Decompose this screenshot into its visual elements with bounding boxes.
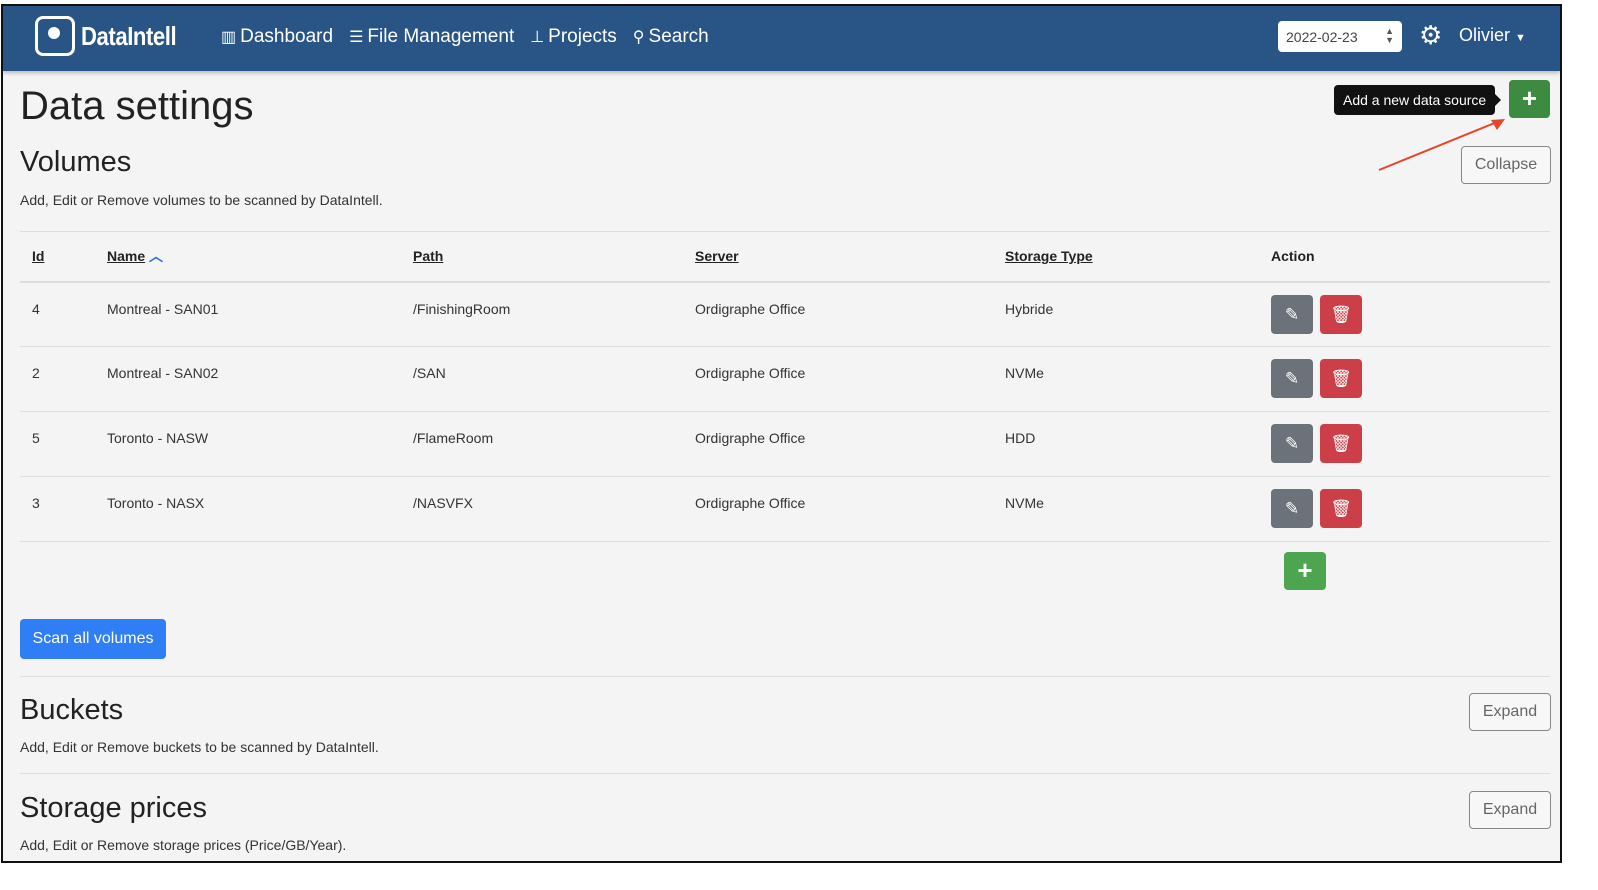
trash-icon: 🗑 [1330,304,1352,324]
trash-icon: 🗑 [1330,369,1352,388]
bar-chart-icon: ▥ [221,29,237,46]
collapse-volumes-button[interactable]: Collapse [1461,146,1551,184]
nav-label: File Management [367,26,515,47]
nav-search[interactable]: ⚲ Search [633,26,709,48]
edit-icon: ✎ [1284,434,1300,453]
add-volume-button[interactable]: + [1284,552,1326,590]
scan-all-volumes-button[interactable]: Scan all volumes [20,619,166,659]
date-picker[interactable]: 2022-02-23 ▲ ▼ [1278,21,1402,52]
brand-name: DataIntell [81,20,177,51]
nav-dashboard[interactable]: ▥ Dashboard [221,26,333,48]
col-server[interactable]: Server [695,231,1005,283]
user-menu[interactable]: Olivier ▼ [1459,25,1526,46]
cell-server: Ordigraphe Office [695,346,1005,412]
cell-name: Montreal - SAN02 [107,346,413,412]
search-icon: ⚲ [632,29,645,46]
edit-icon: ✎ [1284,304,1300,324]
edit-icon: ✎ [1284,369,1300,388]
expand-storage-prices-button[interactable]: Expand [1469,791,1551,829]
col-path[interactable]: Path [413,231,695,283]
cell-action: ✎ 🗑 [1271,346,1550,412]
cell-server: Ordigraphe Office [695,476,1005,542]
nav-file-management[interactable]: ☰ File Management [349,26,514,48]
nav-projects[interactable]: ⊥ Projects [530,26,617,48]
buckets-title: Buckets [20,694,124,726]
divider [20,773,1550,774]
storage-prices-description: Add, Edit or Remove storage prices (Pric… [20,837,347,853]
cell-id: 5 [20,411,107,477]
edit-icon: ✎ [1284,499,1300,518]
cell-storage-type: NVMe [1005,346,1271,412]
add-data-source-button[interactable]: + [1509,80,1550,118]
caret-down-icon: ▼ [1515,32,1526,44]
expand-buckets-button[interactable]: Expand [1469,693,1551,731]
spinner-icon[interactable]: ▲ ▼ [1385,27,1394,45]
delete-button[interactable]: 🗑 [1320,359,1362,398]
trash-icon: 🗑 [1330,434,1352,453]
cell-id: 4 [20,281,107,347]
table-row: 4 Montreal - SAN01 /FinishingRoom Ordigr… [20,281,1550,347]
table-row: 2 Montreal - SAN02 /SAN Ordigraphe Offic… [20,346,1550,412]
user-name: Olivier [1459,25,1511,45]
col-action: Action [1271,231,1550,283]
add-source-tooltip: Add a new data source [1334,85,1502,115]
nav-label: Dashboard [240,26,334,47]
cell-name: Toronto - NASX [107,476,413,542]
divider [20,676,1550,677]
table-row: 3 Toronto - NASX /NASVFX Ordigraphe Offi… [20,476,1550,542]
nav-label: Projects [548,26,617,47]
edit-button[interactable]: ✎ [1271,359,1313,398]
date-value: 2022-02-23 [1286,29,1358,45]
delete-button[interactable]: 🗑 [1320,424,1362,463]
cell-name: Toronto - NASW [107,411,413,477]
delete-button[interactable]: 🗑 [1320,489,1362,528]
col-storage-type[interactable]: Storage Type [1005,231,1271,283]
cell-name: Montreal - SAN01 [107,281,413,347]
trash-icon: 🗑 [1330,499,1352,518]
cell-storage-type: NVMe [1005,476,1271,542]
volumes-description: Add, Edit or Remove volumes to be scanne… [20,192,383,208]
nav-label: Search [648,26,709,47]
cell-id: 2 [20,346,107,412]
cell-action: ✎ 🗑 [1271,476,1550,542]
volumes-title: Volumes [20,146,132,178]
page-title: Data settings [20,84,254,128]
edit-button[interactable]: ✎ [1271,294,1313,334]
cell-path: /FinishingRoom [413,281,695,347]
cell-server: Ordigraphe Office [695,411,1005,477]
table-row: 5 Toronto - NASW /FlameRoom Ordigraphe O… [20,411,1550,477]
cell-action: ✎ 🗑 [1271,411,1550,477]
cell-server: Ordigraphe Office [695,281,1005,347]
navbar: DataIntell ▥ Dashboard ☰ File Management ⊥… [3,6,1560,71]
edit-button[interactable]: ✎ [1271,489,1313,528]
logo-icon [35,16,75,56]
cell-storage-type: Hybride [1005,281,1271,347]
cell-id: 3 [20,476,107,542]
server-icon: ☰ [349,29,364,46]
buckets-description: Add, Edit or Remove buckets to be scanne… [20,739,379,755]
col-id[interactable]: Id [20,231,107,283]
cell-action: ✎ 🗑 [1271,281,1550,347]
cell-path: /FlameRoom [413,411,695,477]
sitemap-icon: ⊥ [530,29,545,46]
gear-icon[interactable]: ⚙ [1419,20,1442,51]
cell-storage-type: HDD [1005,411,1271,477]
app-window: DataIntell ▥ Dashboard ☰ File Management ⊥… [1,4,1562,863]
sort-asc-icon: ︿ [149,248,164,265]
brand-logo[interactable]: DataIntell [35,16,193,56]
delete-button[interactable]: 🗑 [1320,294,1362,334]
cell-path: /NASVFX [413,476,695,542]
edit-button[interactable]: ✎ [1271,424,1313,463]
storage-prices-title: Storage prices [20,792,207,824]
col-name[interactable]: Name ︿ [107,231,413,283]
volumes-table: Id Name ︿ Path Server Storage Type Actio… [20,231,1550,542]
cell-path: /SAN [413,346,695,412]
